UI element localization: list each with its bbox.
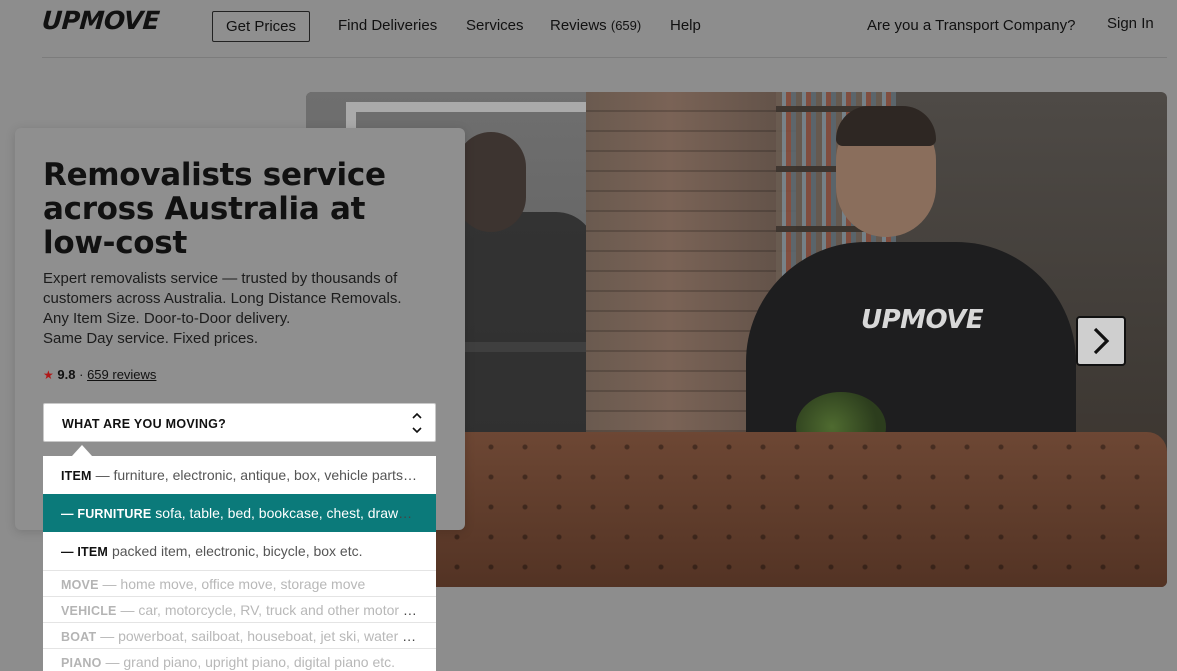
option-description: packed item, electronic, bicycle, box et…	[111, 543, 363, 559]
header-divider	[42, 57, 1167, 58]
option-packed-item[interactable]: — ITEM packed item, electronic, bicycle,…	[43, 532, 436, 570]
site-header: UPMOVE Get Prices Find Deliveries Servic…	[0, 0, 1177, 58]
option-tag: PIANO	[61, 656, 102, 670]
description-line: customers across Australia. Long Distanc…	[43, 290, 402, 307]
option-description: — home move, office move, storage move	[102, 576, 366, 592]
nav-reviews-count: (659)	[610, 18, 642, 33]
hero-description: Expert removalists service — trusted by …	[43, 269, 443, 349]
description-line: Any Item Size. Door-to-Door delivery.	[43, 310, 291, 327]
option-tag: ITEM	[61, 469, 92, 483]
dropdown-pointer	[72, 445, 92, 456]
option-description: — car, motorcycle, RV, truck and other m…	[120, 602, 418, 618]
option-vehicle[interactable]: VEHICLE — car, motorcycle, RV, truck and…	[43, 597, 436, 622]
hero-sofa	[406, 432, 1167, 587]
chevron-right-icon	[1093, 327, 1110, 355]
option-boat[interactable]: BOAT — powerboat, sailboat, houseboat, j…	[43, 623, 436, 648]
option-description: — furniture, electronic, antique, box, v…	[95, 467, 418, 483]
option-description: — grand piano, upright piano, digital pi…	[105, 654, 396, 670]
option-move[interactable]: MOVE — home move, office move, storage m…	[43, 571, 436, 596]
rating-summary: ★ 9.8 · 659 reviews	[43, 367, 156, 382]
option-description: — powerboat, sailboat, houseboat, jet sk…	[100, 628, 418, 644]
select-label: WHAT ARE YOU MOVING?	[62, 417, 227, 431]
nav-reviews[interactable]: Reviews (659)	[550, 17, 641, 34]
get-prices-button[interactable]: Get Prices	[212, 11, 311, 42]
option-tag: — FURNITURE	[61, 507, 152, 521]
nav-find-deliveries[interactable]: Find Deliveries	[338, 17, 437, 34]
page-title: Removalists service across Australia at …	[43, 157, 386, 261]
option-item[interactable]: ITEM — furniture, electronic, antique, b…	[43, 456, 436, 494]
nav-transport-company[interactable]: Are you a Transport Company?	[867, 17, 1075, 34]
option-piano[interactable]: PIANO — grand piano, upright piano, digi…	[43, 649, 436, 671]
option-description: sofa, table, bed, bookcase, chest, drawe…	[155, 505, 418, 521]
option-tag: — ITEM	[61, 545, 109, 559]
hero-person-hair	[836, 106, 936, 146]
option-tag: BOAT	[61, 630, 97, 644]
select-chevrons-icon	[411, 412, 423, 434]
carousel-next-button[interactable]	[1076, 316, 1126, 366]
nav-services[interactable]: Services	[466, 17, 524, 34]
hero-shirt-logo: UPMOVE	[861, 305, 984, 335]
moving-type-dropdown: ITEM — furniture, electronic, antique, b…	[43, 456, 436, 671]
nav-reviews-label: Reviews	[550, 17, 607, 34]
option-tag: MOVE	[61, 578, 99, 592]
moving-type-select[interactable]: WHAT ARE YOU MOVING?	[43, 403, 436, 442]
option-furniture[interactable]: — FURNITURE sofa, table, bed, bookcase, …	[43, 494, 436, 532]
sign-in-link[interactable]: Sign In	[1107, 15, 1154, 32]
description-line: Expert removalists service — trusted by …	[43, 270, 398, 287]
reviews-link[interactable]: 659 reviews	[87, 367, 156, 382]
hero-person-shirt	[746, 242, 1076, 452]
upmove-logo[interactable]: UPMOVE	[41, 6, 160, 35]
hero-reflection-head	[456, 132, 526, 232]
rating-score: 9.8	[57, 367, 76, 382]
rating-separator: ·	[79, 367, 84, 382]
description-line: Same Day service. Fixed prices.	[43, 330, 259, 347]
nav-help[interactable]: Help	[670, 17, 701, 34]
option-tag: VEHICLE	[61, 604, 117, 618]
star-icon: ★	[43, 368, 54, 382]
